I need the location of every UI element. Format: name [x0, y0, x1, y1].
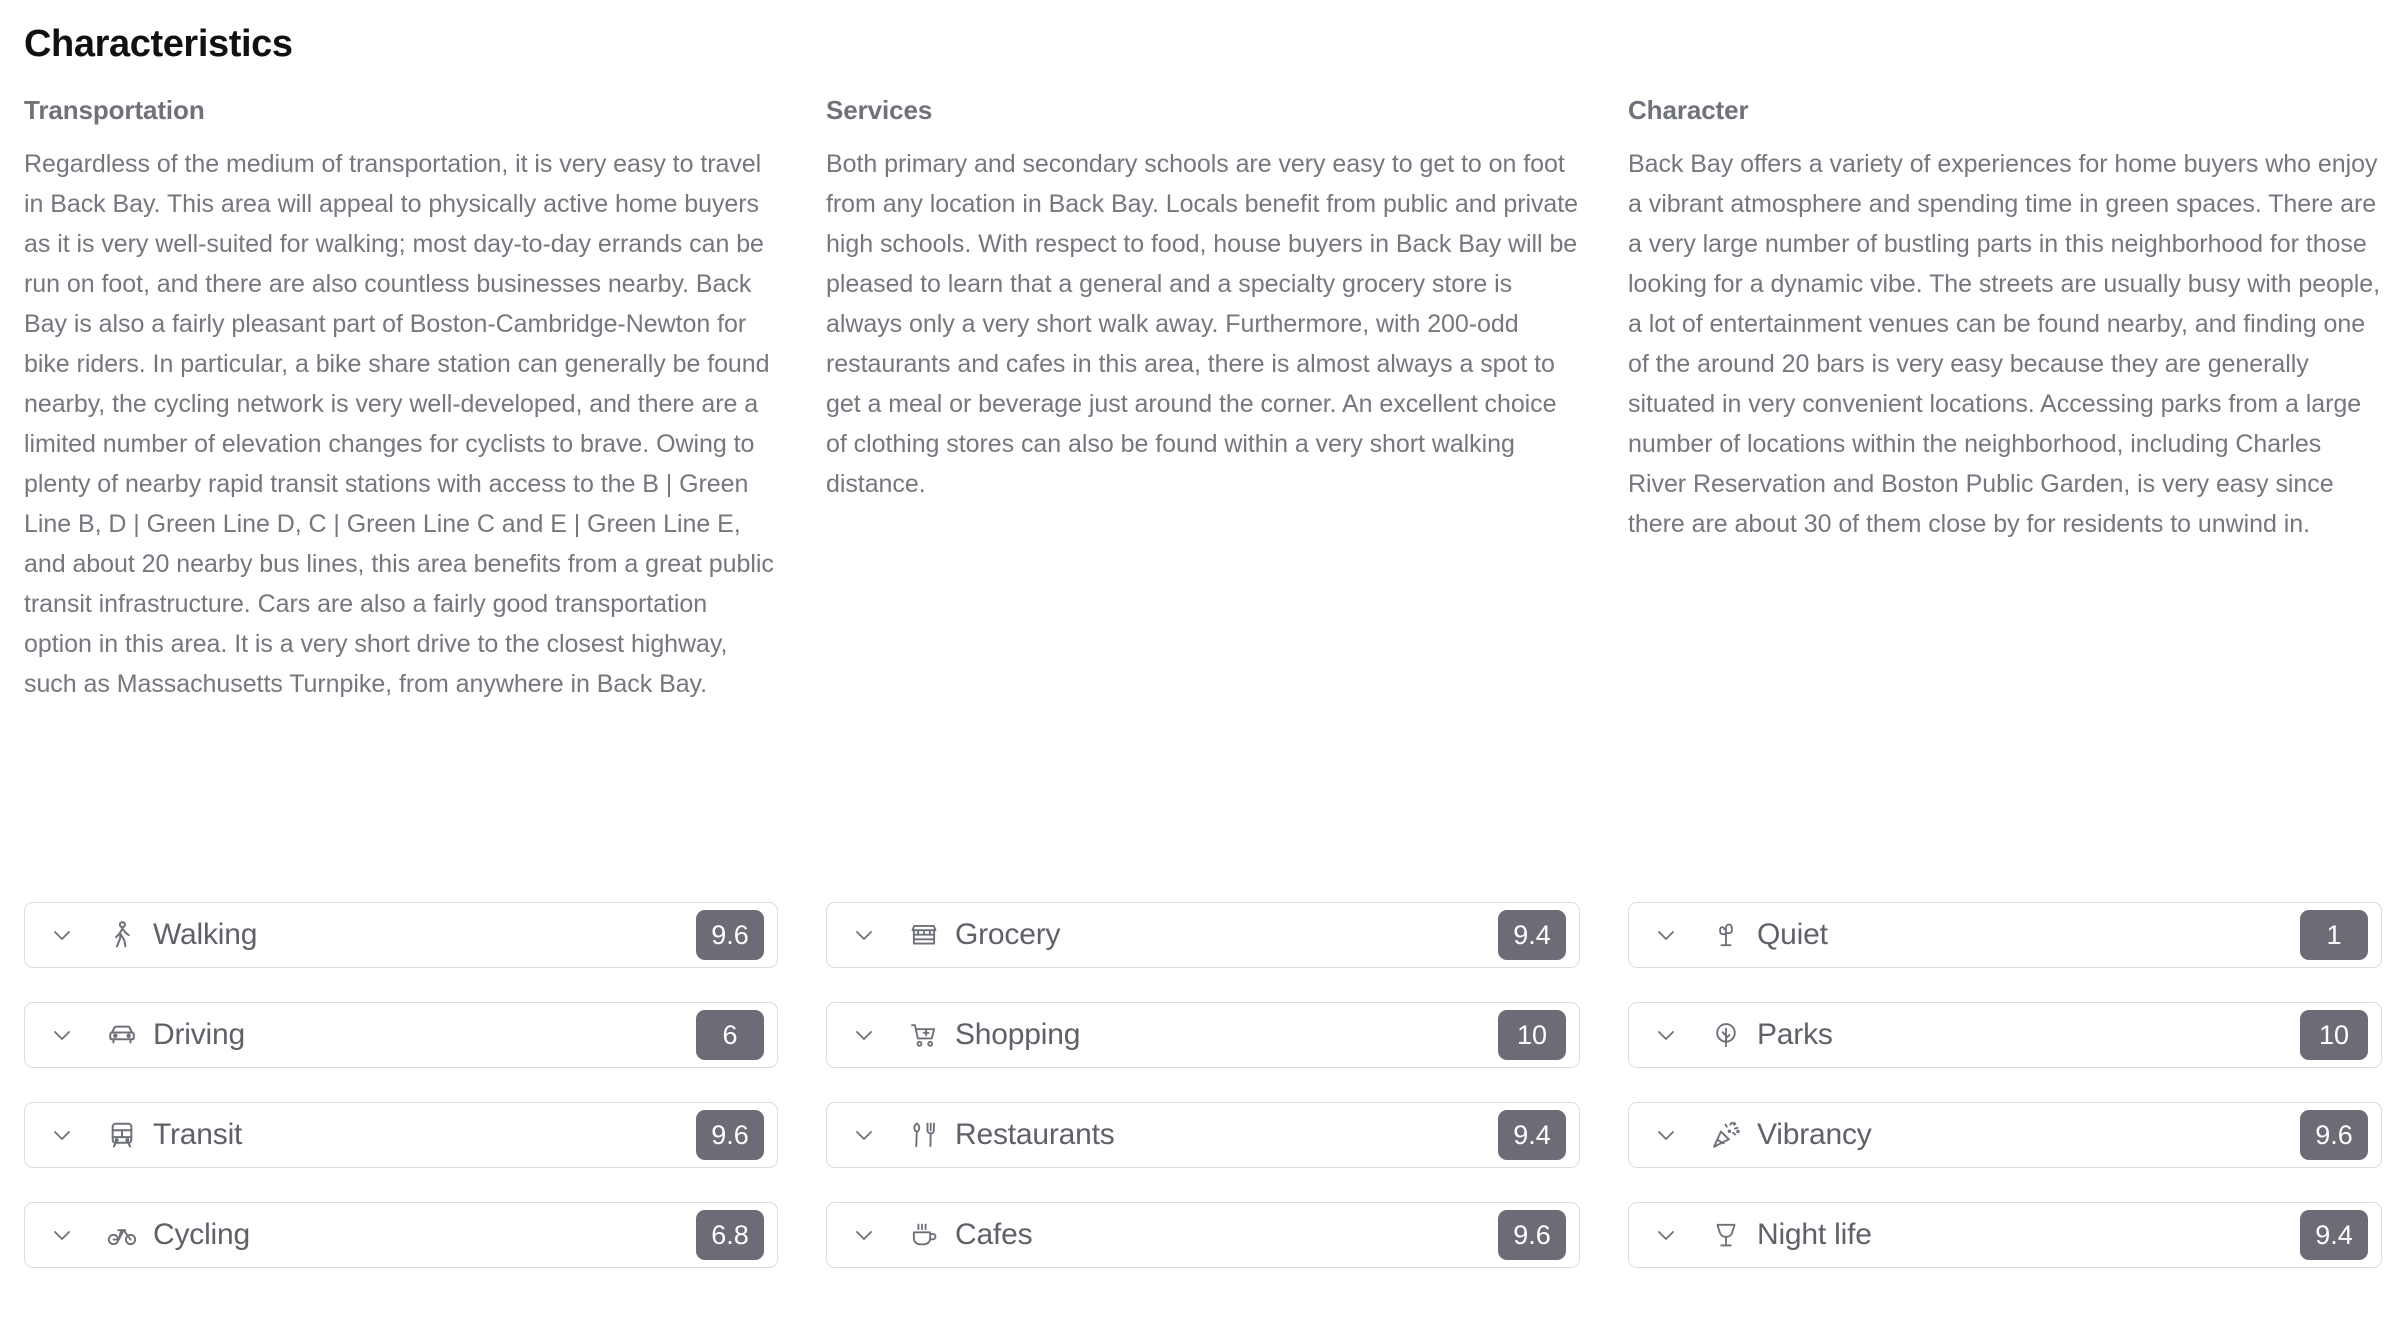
column-title: Services: [826, 95, 933, 125]
chevron-down-icon[interactable]: [851, 922, 877, 948]
score-card-label: Grocery: [955, 918, 1061, 951]
score-badge: 10: [2300, 1010, 2368, 1060]
score-card-label: Cafes: [955, 1218, 1033, 1251]
score-badge: 9.4: [1498, 1110, 1566, 1160]
tree-icon: [1709, 1018, 1743, 1052]
chevron-down-icon[interactable]: [851, 1122, 877, 1148]
walking-icon: [105, 918, 139, 952]
score-card[interactable]: Driving 6: [24, 1002, 778, 1068]
score-card-group-services: Grocery 9.4 Shopping 10 Restaurants 9.4: [826, 902, 1580, 1302]
score-card-label: Vibrancy: [1757, 1118, 1872, 1151]
score-card[interactable]: Walking 9.6: [24, 902, 778, 968]
shopping-cart-icon: [907, 1018, 941, 1052]
score-badge: 9.6: [1498, 1210, 1566, 1260]
score-card[interactable]: Restaurants 9.4: [826, 1102, 1580, 1168]
column-transportation: Transportation Regardless of the medium …: [24, 94, 778, 704]
score-card-group-transportation: Walking 9.6 Driving 6 Transit 9.6 Cyclin…: [24, 902, 778, 1302]
car-icon: [105, 1018, 139, 1052]
chevron-down-icon[interactable]: [1653, 1022, 1679, 1048]
wine-glass-icon: [1709, 1218, 1743, 1252]
score-badge: 6: [696, 1010, 764, 1060]
party-popper-icon: [1709, 1118, 1743, 1152]
score-card[interactable]: Shopping 10: [826, 1002, 1580, 1068]
score-card[interactable]: Night life 9.4: [1628, 1202, 2382, 1268]
fork-knife-icon: [907, 1118, 941, 1152]
chevron-down-icon[interactable]: [851, 1022, 877, 1048]
chevron-down-icon[interactable]: [1653, 1222, 1679, 1248]
score-badge: 1: [2300, 910, 2368, 960]
score-card-label: Walking: [153, 918, 258, 951]
chevron-down-icon[interactable]: [1653, 922, 1679, 948]
score-card-label: Cycling: [153, 1218, 250, 1251]
score-card-label: Transit: [153, 1118, 243, 1151]
page-title: Characteristics: [24, 23, 293, 65]
characteristics-columns: Transportation Regardless of the medium …: [24, 94, 2380, 704]
column-character: Character Back Bay offers a variety of e…: [1628, 94, 2382, 544]
chevron-down-icon[interactable]: [49, 922, 75, 948]
score-badge: 10: [1498, 1010, 1566, 1060]
score-card[interactable]: Parks 10: [1628, 1002, 2382, 1068]
score-card[interactable]: Cycling 6.8: [24, 1202, 778, 1268]
column-description: Back Bay offers a variety of experiences…: [1628, 150, 2381, 538]
score-card-label: Driving: [153, 1018, 245, 1051]
bicycle-icon: [105, 1218, 139, 1252]
score-card-label: Night life: [1757, 1218, 1872, 1251]
score-badge: 9.6: [2300, 1110, 2368, 1160]
score-badge: 9.6: [696, 1110, 764, 1160]
cactus-icon: [1709, 918, 1743, 952]
score-card[interactable]: Transit 9.6: [24, 1102, 778, 1168]
score-card[interactable]: Quiet 1: [1628, 902, 2382, 968]
score-card-label: Restaurants: [955, 1118, 1115, 1151]
score-card-label: Shopping: [955, 1018, 1081, 1051]
column-description: Regardless of the medium of transportati…: [24, 150, 774, 698]
store-icon: [907, 918, 941, 952]
score-badge: 9.6: [696, 910, 764, 960]
score-badge: 9.4: [1498, 910, 1566, 960]
score-card[interactable]: Grocery 9.4: [826, 902, 1580, 968]
coffee-cup-icon: [907, 1218, 941, 1252]
characteristics-page: Characteristics Transportation Regardles…: [0, 0, 2397, 1329]
column-description: Both primary and secondary schools are v…: [826, 150, 1579, 498]
column-services: Services Both primary and secondary scho…: [826, 94, 1580, 504]
score-card[interactable]: Vibrancy 9.6: [1628, 1102, 2382, 1168]
score-card-label: Quiet: [1757, 918, 1828, 951]
chevron-down-icon[interactable]: [1653, 1122, 1679, 1148]
bus-icon: [105, 1118, 139, 1152]
chevron-down-icon[interactable]: [49, 1222, 75, 1248]
chevron-down-icon[interactable]: [851, 1222, 877, 1248]
score-card-label: Parks: [1757, 1018, 1833, 1051]
column-title: Transportation: [24, 95, 205, 125]
score-badge: 6.8: [696, 1210, 764, 1260]
score-card-group-character: Quiet 1 Parks 10 Vibrancy 9.6 Night life…: [1628, 902, 2382, 1302]
chevron-down-icon[interactable]: [49, 1122, 75, 1148]
score-card[interactable]: Cafes 9.6: [826, 1202, 1580, 1268]
chevron-down-icon[interactable]: [49, 1022, 75, 1048]
column-title: Character: [1628, 95, 1749, 125]
score-badge: 9.4: [2300, 1210, 2368, 1260]
